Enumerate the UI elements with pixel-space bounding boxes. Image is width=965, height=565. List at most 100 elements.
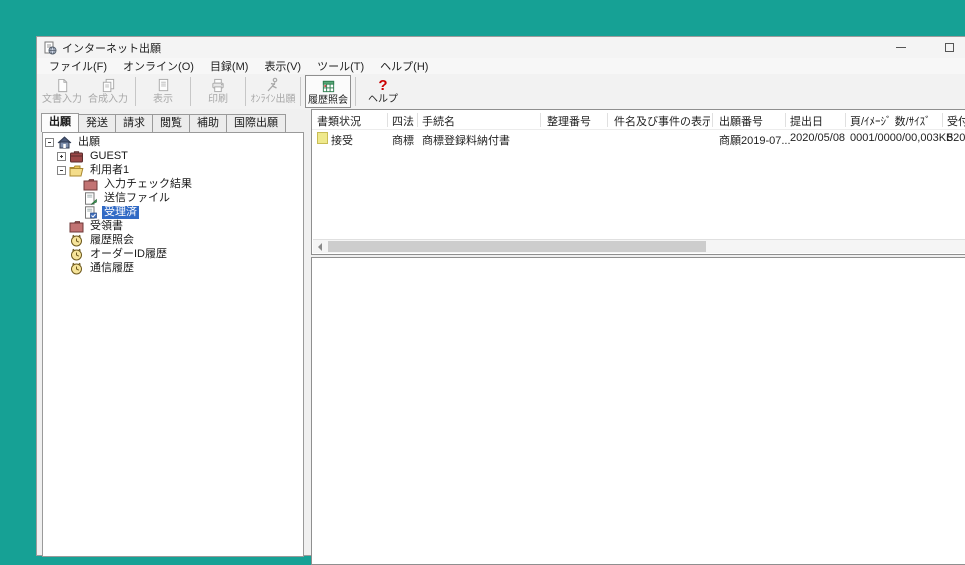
cell-app-no: 商願2019-07... [719, 132, 791, 148]
tab-kokusai[interactable]: 国際出願 [226, 114, 286, 132]
tree-item-label: 入力チェック結果 [102, 178, 194, 191]
tree-item-label: 受領書 [88, 220, 125, 233]
briefcase-icon [69, 150, 84, 163]
tree-item-order-id-history[interactable]: オーダーID履歴 [43, 247, 303, 261]
file-accepted-icon [83, 206, 98, 219]
tab-hojo[interactable]: 補助 [189, 114, 227, 132]
col-header-case-title[interactable]: 件名及び事件の表示 [614, 113, 710, 129]
composite-input-button[interactable]: 合成入力 [85, 75, 131, 108]
tree-item-input-check-results[interactable]: 入力チェック結果 [43, 177, 303, 191]
tab-hassou[interactable]: 発送 [78, 114, 116, 132]
documents-merge-icon [101, 77, 116, 93]
tree-item-user1[interactable]: 利用者1 [43, 163, 303, 177]
column-separator [387, 113, 388, 127]
detail-panel [311, 257, 965, 565]
tree-item-guest[interactable]: GUEST [43, 149, 303, 163]
horizontal-scrollbar[interactable] [313, 239, 965, 253]
toolbar-label: ｵﾝﾗｲﾝ出願 [251, 93, 296, 106]
tree-item-history-inquiry[interactable]: 履歴照会 [43, 233, 303, 247]
folder-open-icon [69, 164, 84, 177]
app-window: インターネット出願 ファイル(F) オンライン(O) 目録(M) 表示(V) ツ… [36, 36, 965, 556]
menu-view[interactable]: 表示(V) [256, 58, 309, 74]
toolbar-label: 表示 [153, 93, 173, 106]
menu-help[interactable]: ヘルプ(H) [372, 58, 436, 74]
column-separator [540, 113, 541, 127]
document-list-panel: 書類状況 四法 手続名 整理番号 件名及び事件の表示 出願番号 提出日 頁/ｲﾒ… [311, 109, 965, 255]
scroll-left-arrow-icon[interactable] [313, 240, 327, 253]
col-header-status[interactable]: 書類状況 [317, 113, 385, 129]
tree-item-label: オーダーID履歴 [88, 248, 169, 261]
history-inquiry-button[interactable]: 履歴照会 [305, 75, 351, 108]
main-area: 出願 発送 請求 閲覧 補助 国際出願 出願 [37, 109, 965, 555]
column-separator [712, 113, 713, 127]
menu-file[interactable]: ファイル(F) [41, 58, 115, 74]
menu-tools[interactable]: ツール(T) [309, 58, 372, 74]
window-title: インターネット出願 [62, 40, 161, 56]
tree-item-label: 利用者1 [88, 164, 131, 177]
tree-item-label: GUEST [88, 150, 130, 163]
app-icon [43, 41, 57, 55]
left-pane: 出願 発送 請求 閲覧 補助 国際出願 出願 [39, 109, 309, 555]
tree-item-label: 通信履歴 [88, 262, 136, 275]
folder-red-icon [83, 178, 98, 191]
tab-etsuran[interactable]: 閲覧 [152, 114, 190, 132]
column-separator [845, 113, 846, 127]
menu-bar: ファイル(F) オンライン(O) 目録(M) 表示(V) ツール(T) ヘルプ(… [37, 58, 965, 74]
tab-strip: 出願 発送 請求 閲覧 補助 国際出願 [41, 113, 285, 132]
col-header-app-no[interactable]: 出願番号 [719, 113, 783, 129]
clock-icon [69, 248, 84, 261]
collapse-icon[interactable] [45, 138, 54, 147]
printer-icon [210, 77, 226, 93]
tab-shutsugan[interactable]: 出願 [41, 113, 79, 132]
tree-item-accepted[interactable]: 受理済 [43, 205, 303, 219]
help-button[interactable]: ? ヘルプ [360, 75, 406, 108]
column-separator [607, 113, 608, 127]
collapse-icon[interactable] [57, 166, 66, 175]
cell-status: 接受 [331, 132, 353, 148]
tree-item-label: 送信ファイル [102, 192, 172, 205]
col-header-receipt-no[interactable]: 受付番号 [947, 113, 965, 129]
tree-item-label: 受理済 [102, 206, 139, 219]
tree-item-receipts[interactable]: 受領書 [43, 219, 303, 233]
maximize-button[interactable] [936, 39, 962, 57]
col-header-ref-no[interactable]: 整理番号 [547, 113, 605, 129]
document-input-button[interactable]: 文書入力 [39, 75, 85, 108]
toolbar-label: 文書入力 [42, 93, 82, 106]
col-header-law[interactable]: 四法 [392, 113, 416, 129]
cell-receipt-no: 520 [947, 132, 965, 144]
menu-online[interactable]: オンライン(O) [115, 58, 202, 74]
col-header-procedure[interactable]: 手続名 [422, 113, 538, 129]
folder-red-icon [69, 220, 84, 233]
column-separator [785, 113, 786, 127]
document-new-icon [55, 77, 70, 93]
clock-icon [69, 234, 84, 247]
toolbar-separator [190, 77, 191, 106]
toolbar: 文書入力 合成入力 [37, 74, 965, 109]
toolbar-label: 印刷 [208, 93, 228, 106]
view-button[interactable]: 表示 [140, 75, 186, 108]
online-submit-button[interactable]: ｵﾝﾗｲﾝ出願 [250, 75, 296, 108]
document-row[interactable]: 接受 商標 商標登録料納付書 商願2019-07... 2020/05/08 0… [312, 131, 965, 147]
print-button[interactable]: 印刷 [195, 75, 241, 108]
toolbar-label: ヘルプ [368, 93, 398, 106]
cell-procedure: 商標登録料納付書 [422, 132, 510, 148]
tree-item-communication-history[interactable]: 通信履歴 [43, 261, 303, 275]
col-header-pages-size[interactable]: 頁/ｲﾒｰｼﾞ 数/ｻｲｽﾞ [850, 113, 940, 129]
tree-item-shutsugan-root[interactable]: 出願 [43, 135, 303, 149]
column-separator [417, 113, 418, 127]
application-tree: 出願 GUEST [42, 132, 304, 557]
tree-item-label: 出願 [76, 136, 102, 149]
scrollbar-thumb[interactable] [328, 241, 706, 252]
menu-list[interactable]: 目録(M) [202, 58, 257, 74]
title-bar: インターネット出願 [37, 37, 965, 58]
tree-item-label: 履歴照会 [88, 234, 136, 247]
toolbar-label: 合成入力 [88, 93, 128, 106]
tree-item-send-files[interactable]: 送信ファイル [43, 191, 303, 205]
tab-seikyuu[interactable]: 請求 [115, 114, 153, 132]
minimize-button[interactable] [888, 39, 914, 57]
expand-icon[interactable] [57, 152, 66, 161]
online-submit-runner-icon [265, 77, 281, 93]
cell-law: 商標 [392, 132, 414, 148]
col-header-submit-date[interactable]: 提出日 [790, 113, 842, 129]
toolbar-separator [300, 77, 301, 106]
